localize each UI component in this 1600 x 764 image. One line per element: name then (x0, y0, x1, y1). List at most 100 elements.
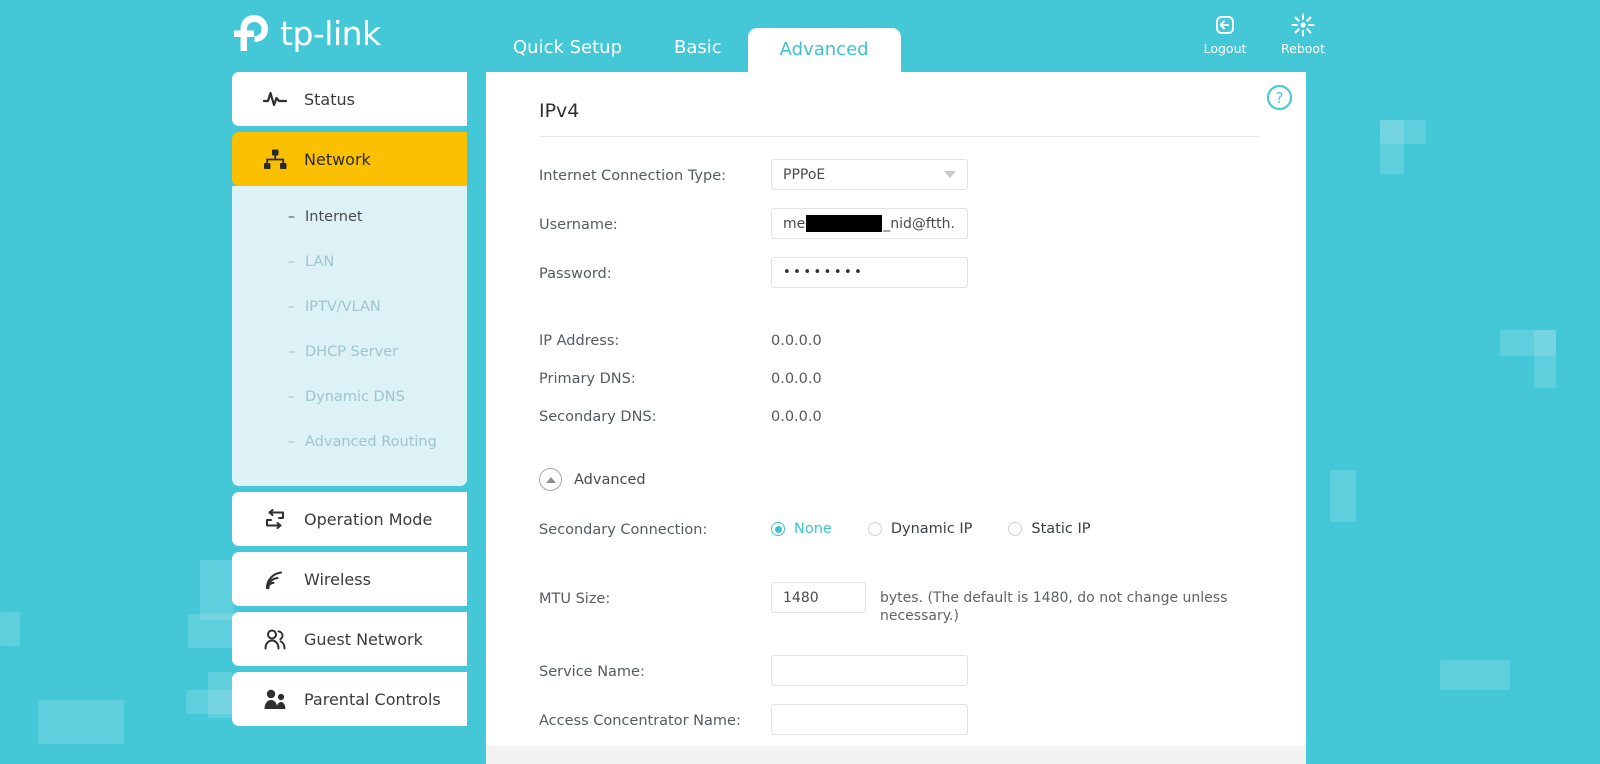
access-concentrator-input[interactable] (771, 703, 968, 735)
ip-address-label: IP Address: (539, 333, 620, 349)
tplink-logo-icon (232, 13, 276, 53)
sidebar-item-label: Status (304, 89, 355, 109)
tab-quick-setup[interactable]: Quick Setup (487, 28, 648, 68)
chevron-down-icon (944, 171, 956, 178)
reboot-label: Reboot (1281, 41, 1325, 56)
content-bottom-strip (486, 746, 1306, 764)
dash-marker: – (288, 343, 295, 360)
primary-dns-value: 0.0.0.0 (771, 371, 822, 387)
connection-type-value: PPPoE (783, 166, 826, 183)
brand-logo: tp-link (232, 10, 381, 56)
swap-arrows-icon (262, 508, 288, 530)
radio-option-static-ip[interactable]: Static IP (1008, 521, 1091, 537)
page-title: IPv4 (539, 100, 580, 122)
radio-label: None (794, 521, 832, 537)
radio-label: Static IP (1031, 521, 1091, 537)
radio-option-dynamic-ip[interactable]: Dynamic IP (867, 521, 973, 537)
radio-option-none[interactable]: None (771, 521, 832, 537)
radio-icon[interactable] (771, 522, 785, 536)
dash-marker: – (288, 208, 295, 225)
mtu-size-input[interactable]: 1480 (771, 582, 866, 613)
password-label: Password: (539, 266, 612, 282)
sidebar-item-label: Parental Controls (304, 689, 441, 709)
app-header: tp-link Quick Setup Basic Advanced Logou… (0, 0, 1600, 72)
password-value: •••••••• (783, 265, 865, 280)
sidebar-item-label: Network (304, 149, 371, 169)
mtu-size-hint: bytes. (The default is 1480, do not chan… (880, 590, 1228, 625)
sidebar-item-operation-mode[interactable]: Operation Mode (232, 492, 467, 546)
sidebar-subitem-dynamic-dns[interactable]: – Dynamic DNS (232, 374, 467, 419)
tab-basic[interactable]: Basic (648, 28, 748, 68)
advanced-section-toggle[interactable]: Advanced (539, 468, 1260, 491)
users-icon (262, 628, 288, 650)
username-prefix: me (783, 215, 806, 232)
radio-label: Dynamic IP (890, 521, 973, 537)
reboot-button[interactable]: Reboot (1278, 12, 1328, 56)
row-username: Username: me _nid@ftth. (539, 208, 1260, 246)
brand-name: tp-link (280, 13, 381, 53)
username-suffix: _nid@ftth. (883, 215, 955, 232)
mtu-size-value: 1480 (783, 589, 819, 606)
secondary-dns-value: 0.0.0.0 (771, 409, 822, 425)
row-ip-address: IP Address: 0.0.0.0 (539, 324, 1260, 362)
connection-type-select[interactable]: PPPoE (771, 159, 968, 190)
sitemap-icon (262, 148, 288, 170)
sidebar-item-network[interactable]: Network (232, 132, 467, 186)
logout-label: Logout (1203, 41, 1247, 56)
logout-button[interactable]: Logout (1200, 12, 1250, 56)
sidebar-item-label: Wireless (304, 569, 371, 589)
sidebar-subitem-lan[interactable]: – LAN (232, 239, 467, 284)
service-name-label: Service Name: (539, 663, 645, 680)
sidebar-item-status[interactable]: Status (232, 72, 467, 126)
primary-dns-label: Primary DNS: (539, 371, 636, 387)
secondary-connection-label: Secondary Connection: (539, 522, 708, 538)
ip-address-value: 0.0.0.0 (771, 333, 822, 349)
row-service-name: Service Name: (539, 654, 1260, 693)
logout-icon (1213, 12, 1237, 38)
sidebar-subitem-label: DHCP Server (305, 343, 399, 360)
sidebar-item-guest-network[interactable]: Guest Network (232, 612, 467, 666)
dash-marker: – (288, 253, 295, 270)
username-label: Username: (539, 217, 618, 233)
radio-icon[interactable] (867, 522, 882, 536)
sidebar-nav: Status Network – Internet – LAN – IPTV/V… (232, 72, 467, 764)
page-header: IPv4 (539, 100, 1260, 137)
dash-marker: – (288, 298, 295, 315)
access-concentrator-label: Access Concentrator Name: (539, 712, 741, 729)
sidebar-subitem-advanced-routing[interactable]: – Advanced Routing (232, 419, 467, 464)
sidebar-subitem-label: Advanced Routing (305, 433, 437, 450)
row-primary-dns: Primary DNS: 0.0.0.0 (539, 362, 1260, 400)
username-input[interactable]: me _nid@ftth. (771, 208, 968, 239)
connection-type-label: Internet Connection Type: (539, 168, 727, 184)
row-mtu-size: MTU Size: 1480 bytes. (The default is 14… (539, 582, 1260, 626)
secondary-connection-radios: None Dynamic IP Static IP (771, 513, 1127, 537)
advanced-toggle-label: Advanced (574, 471, 646, 488)
tab-advanced[interactable]: Advanced (747, 28, 901, 72)
sidebar-item-label: Guest Network (304, 629, 423, 649)
sidebar-subitem-label: Dynamic DNS (305, 388, 405, 405)
sidebar-subitem-label: Internet (305, 208, 363, 225)
dash-marker: – (288, 433, 295, 450)
sidebar-subitem-iptv-vlan[interactable]: – IPTV/VLAN (232, 284, 467, 329)
chevron-up-circle-icon[interactable] (539, 468, 562, 491)
sidebar-subitem-label: LAN (305, 253, 335, 270)
password-input[interactable]: •••••••• (771, 257, 968, 288)
sidebar-submenu-network: – Internet – LAN – IPTV/VLAN – DHCP Serv… (232, 186, 467, 486)
main-tabs: Quick Setup Basic Advanced (487, 0, 901, 72)
sidebar-subitem-internet[interactable]: – Internet (232, 194, 467, 239)
sidebar-item-wireless[interactable]: Wireless (232, 552, 467, 606)
pulse-icon (262, 88, 288, 110)
sidebar-subitem-label: IPTV/VLAN (305, 298, 381, 315)
header-actions: Logout Reboot (1200, 12, 1328, 56)
secondary-dns-label: Secondary DNS: (539, 409, 657, 425)
row-password: Password: •••••••• (539, 257, 1260, 295)
row-connection-type: Internet Connection Type: PPPoE (539, 159, 1260, 197)
dash-marker: – (288, 388, 295, 405)
radio-icon[interactable] (1008, 522, 1023, 536)
row-secondary-dns: Secondary DNS: 0.0.0.0 (539, 400, 1260, 438)
sidebar-item-parental-controls[interactable]: Parental Controls (232, 672, 467, 726)
service-name-input[interactable] (771, 654, 968, 686)
ipv4-form: Internet Connection Type: PPPoE Username… (539, 137, 1260, 764)
app-body: Status Network – Internet – LAN – IPTV/V… (0, 72, 1600, 764)
sidebar-subitem-dhcp-server[interactable]: – DHCP Server (232, 329, 467, 374)
